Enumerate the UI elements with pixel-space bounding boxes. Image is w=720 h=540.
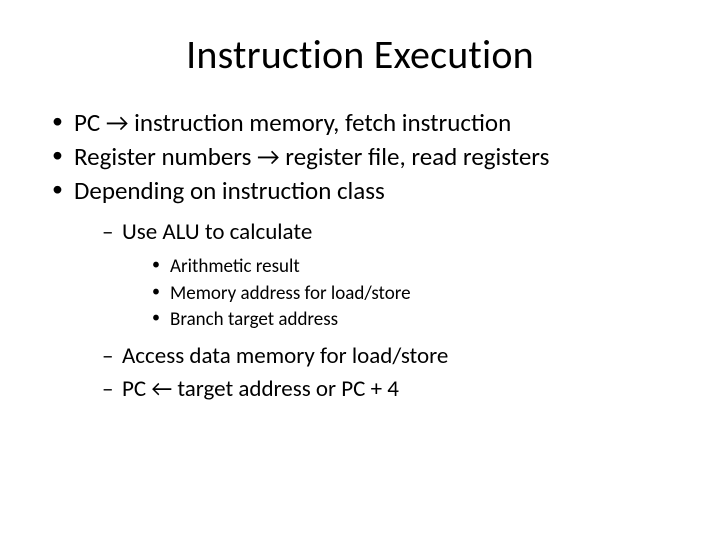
bullet-item: PC → instruction memory, fetch instructi… bbox=[52, 107, 680, 139]
bullet-item: Register numbers → register file, read r… bbox=[52, 141, 680, 173]
bullet-text: Use ALU to calculate bbox=[122, 218, 312, 246]
bullet-item: Depending on instruction class Use ALU t… bbox=[52, 175, 680, 405]
bullet-list-level2: Use ALU to calculate Arithmetic result M… bbox=[74, 217, 680, 405]
bullet-text: Register numbers → register file, read r… bbox=[74, 141, 549, 172]
bullet-text: Arithmetic result bbox=[170, 255, 300, 278]
bullet-item: Arithmetic result bbox=[152, 254, 680, 280]
bullet-list-level3: Arithmetic result Memory address for loa… bbox=[122, 254, 680, 333]
bullet-text: PC → instruction memory, fetch instructi… bbox=[74, 107, 511, 138]
bullet-item: Access data memory for load/store bbox=[102, 341, 680, 372]
bullet-text: Branch target address bbox=[170, 308, 338, 331]
bullet-list-level1: PC → instruction memory, fetch instructi… bbox=[40, 107, 680, 405]
bullet-text: Depending on instruction class bbox=[74, 175, 385, 206]
bullet-item: Memory address for load/store bbox=[152, 281, 680, 307]
bullet-text: PC ← target address or PC + 4 bbox=[122, 375, 399, 403]
slide-title: Instruction Execution bbox=[40, 30, 680, 79]
bullet-text: Access data memory for load/store bbox=[122, 342, 448, 370]
bullet-item: Branch target address bbox=[152, 307, 680, 333]
bullet-text: Memory address for load/store bbox=[170, 282, 411, 305]
slide: Instruction Execution PC → instruction m… bbox=[0, 0, 720, 540]
bullet-item: Use ALU to calculate Arithmetic result M… bbox=[102, 217, 680, 333]
bullet-item: PC ← target address or PC + 4 bbox=[102, 374, 680, 405]
